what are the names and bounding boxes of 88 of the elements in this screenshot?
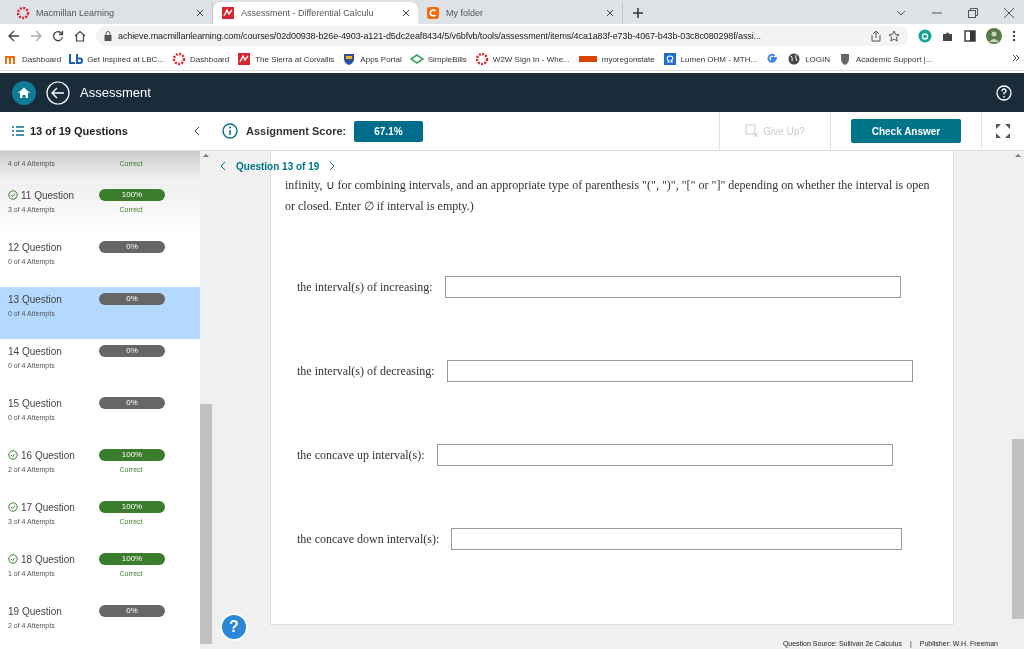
answer-field[interactable]	[436, 444, 893, 466]
help-icon[interactable]	[996, 84, 1012, 101]
logo-icon	[237, 52, 252, 66]
star-icon[interactable]	[888, 30, 900, 42]
address-bar[interactable]: achieve.macmillanlearning.com/courses/02d00938-b26e-4903-a121-d5dc2eaf8434/5/v6bfvb/tools/assessment/items/4ca1a83f-e73b-4067-b43b-03c8c080298f/assi...	[96, 26, 908, 46]
scrollbar-thumb[interactable]	[1012, 439, 1024, 619]
score-bar: 0%	[99, 397, 165, 409]
bookmark[interactable]: LOGIN	[787, 52, 831, 66]
collapse-icon[interactable]	[194, 126, 200, 136]
info-icon[interactable]	[222, 123, 238, 139]
score-bar: 0%	[99, 345, 165, 357]
google-icon	[765, 52, 780, 66]
score-bar: 100%	[99, 189, 165, 201]
answer-field[interactable]	[446, 360, 913, 382]
question-label: 12 Question	[8, 241, 63, 253]
field-label: the interval(s) of decreasing:	[297, 363, 435, 379]
close-icon[interactable]	[1004, 8, 1014, 18]
logo-icon	[662, 52, 677, 66]
question-label: 13 Question	[8, 293, 63, 305]
question-label: 15 Question	[8, 397, 63, 409]
bookmark[interactable]: Dashboard	[4, 52, 62, 66]
bookmark[interactable]: Lumen OHM - MTH...	[662, 52, 758, 66]
score-bar: 0%	[99, 241, 165, 253]
logo-icon	[69, 52, 84, 66]
question-nav-label: Question 13 of 19	[236, 161, 320, 172]
avatar-icon[interactable]	[986, 28, 1002, 44]
bookmark[interactable]: Apps Portal	[342, 52, 402, 66]
score-bar: 100%	[99, 449, 165, 461]
bookmark[interactable]: Get Inspired at LBC...	[69, 52, 165, 66]
logo-icon	[16, 6, 30, 20]
give-up-icon	[745, 124, 760, 138]
bookmark[interactable]: The Sierra at Corvallis	[237, 52, 335, 66]
score-bar: 0%	[99, 605, 165, 617]
extension-icon[interactable]	[918, 29, 932, 43]
bookmark[interactable]: SimpleBills	[409, 52, 467, 66]
list-icon	[12, 126, 24, 136]
logo-icon	[409, 52, 424, 66]
new-tab-icon[interactable]	[633, 8, 643, 18]
score-bar: 100%	[99, 553, 165, 565]
score-bar: 0%	[99, 293, 165, 305]
question-label: 18 Question	[8, 553, 98, 565]
logo-icon	[426, 6, 440, 20]
instructions-text: infinity, ∪ for combining intervals, and an appropriate type of parenthesis "(", ")", "[" or "]" depending on whether the interval is open or closed. Enter ∅ if interval is empty.)	[285, 177, 931, 215]
home-icon[interactable]	[12, 80, 36, 105]
globe-icon	[787, 52, 802, 66]
puzzle-icon[interactable]	[942, 30, 954, 42]
check-answer-button[interactable]: Check Answer	[851, 119, 961, 143]
bookmark[interactable]: myoregonstate	[577, 52, 655, 66]
bookmark[interactable]: W2W Sign In - Whe...	[474, 52, 570, 66]
bookmark[interactable]: Academic Support |...	[838, 52, 933, 66]
page-title: Assessment	[80, 85, 151, 100]
field-label: the interval(s) of increasing:	[297, 279, 433, 295]
answer-field[interactable]	[444, 276, 901, 298]
side-panel-icon[interactable]	[964, 30, 976, 42]
home-icon[interactable]	[74, 30, 86, 42]
fullscreen-icon[interactable]	[995, 123, 1011, 139]
close-icon[interactable]	[402, 9, 410, 17]
question-label: 16 Question	[8, 449, 98, 461]
share-icon[interactable]	[870, 30, 882, 42]
lock-icon	[104, 31, 112, 41]
back-icon[interactable]	[8, 30, 20, 42]
score-value: 67.1%	[354, 120, 423, 142]
scrollbar-thumb[interactable]	[200, 404, 212, 644]
question-label: 19 Question	[8, 605, 63, 617]
browser-tab[interactable]: Assessment - Differential Calculu	[213, 2, 418, 24]
close-icon[interactable]	[606, 9, 614, 17]
field-label: the concave down interval(s):	[297, 531, 440, 547]
bookmark[interactable]: Dashboard	[172, 52, 230, 66]
more-icon[interactable]	[1012, 54, 1020, 62]
answer-field[interactable]	[451, 528, 903, 550]
question-label: 11 Question	[8, 189, 98, 201]
help-button[interactable]: ?	[220, 613, 248, 641]
score-label: Assignment Score:	[246, 125, 347, 137]
reload-icon[interactable]	[52, 30, 64, 42]
question-counter: 13 of 19 Questions	[30, 125, 129, 137]
field-label: the concave up interval(s):	[297, 447, 425, 463]
question-label: 17 Question	[8, 501, 98, 513]
logo-icon	[221, 6, 235, 20]
shield-icon	[342, 52, 357, 66]
menu-icon[interactable]	[1012, 30, 1016, 42]
previous-icon[interactable]	[220, 161, 226, 171]
restore-icon[interactable]	[968, 8, 978, 18]
score-bar: 100%	[99, 501, 165, 513]
chevron-icon[interactable]	[896, 10, 906, 16]
logo-icon	[474, 52, 489, 66]
question-label: 14 Question	[8, 345, 63, 357]
logo-icon	[172, 52, 187, 66]
close-icon[interactable]	[196, 9, 204, 17]
